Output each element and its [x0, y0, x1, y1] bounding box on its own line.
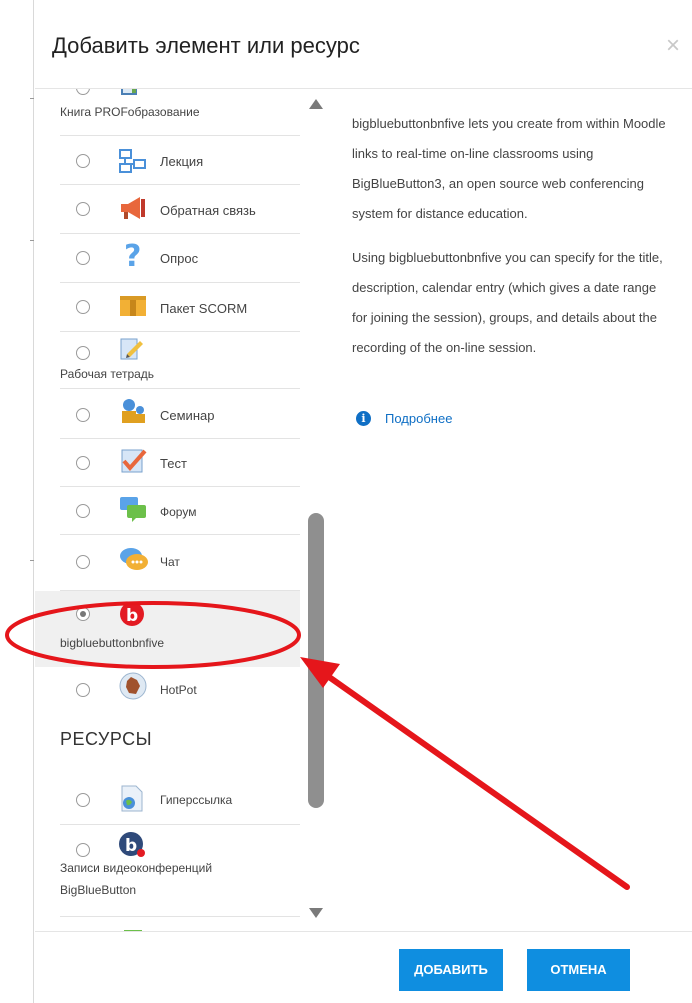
resource-label-line1: Записи видеоконференций [60, 861, 213, 875]
module-option-book[interactable]: Книга PROFобразование [60, 89, 300, 136]
description-paragraph-2: Using bigbluebuttonbnfive you can specif… [352, 250, 663, 355]
chat-icon [118, 544, 148, 574]
more-info-label: Подробнее [385, 411, 453, 426]
module-radio-selected[interactable] [76, 607, 90, 621]
workshop-icon [118, 397, 148, 427]
more-info-link[interactable]: i Подробнее [356, 411, 452, 426]
notebook-icon [118, 336, 148, 366]
url-icon [118, 783, 148, 813]
module-list-scrollbar[interactable] [301, 89, 331, 931]
module-radio[interactable] [76, 555, 90, 569]
resource-option-bbb-recordings[interactable]: b Записи видеоконференций BigBlueButton [60, 825, 300, 917]
add-button[interactable]: ДОБАВИТЬ [399, 949, 503, 991]
forum-icon [118, 494, 148, 524]
module-label: Форум [160, 505, 197, 519]
close-icon[interactable]: × [666, 34, 680, 58]
resource-option-url[interactable]: Гиперссылка [60, 775, 300, 825]
module-option-bigbluebuttonbnfive[interactable]: b bigbluebuttonbnfive [60, 591, 300, 667]
scroll-up-arrow-icon[interactable] [309, 99, 323, 109]
module-radio[interactable] [76, 89, 90, 95]
module-option-lesson[interactable]: Лекция [60, 136, 300, 185]
module-option-workshop[interactable]: Семинар [60, 389, 300, 439]
svg-text:b: b [125, 836, 137, 856]
resource-label-line2: BigBlueButton [60, 883, 137, 897]
module-option-scorm[interactable]: Пакет SCORM [60, 283, 300, 332]
module-radio[interactable] [76, 408, 90, 422]
module-list[interactable]: Книга PROFобразование Лекция Обратная св… [35, 89, 300, 931]
dialog-header: Добавить элемент или ресурс × [35, 0, 692, 89]
module-label: Тест [160, 456, 187, 471]
module-radio[interactable] [76, 793, 90, 807]
module-description: bigbluebuttonbnfive lets you create from… [332, 89, 692, 931]
module-option-quiz[interactable]: Тест [60, 439, 300, 487]
module-label: Книга PROFобразование [60, 105, 200, 119]
cancel-button[interactable]: ОТМЕНА [527, 949, 630, 991]
module-radio[interactable] [76, 202, 90, 216]
resource-option-partial[interactable] [60, 917, 300, 931]
hotpot-icon [118, 671, 148, 701]
svg-text:?: ? [124, 240, 141, 272]
module-radio[interactable] [76, 683, 90, 697]
module-radio[interactable] [76, 346, 90, 360]
package-icon [118, 290, 148, 320]
resources-heading: РЕСУРСЫ [60, 729, 153, 749]
info-icon: i [356, 411, 371, 426]
module-radio[interactable] [76, 843, 90, 857]
module-label: Лекция [160, 154, 204, 169]
module-label: Опрос [160, 251, 199, 266]
scrollbar-thumb[interactable] [308, 513, 324, 808]
background-page-edge [0, 0, 34, 1003]
module-option-chat[interactable]: Чат [60, 535, 300, 591]
recordings-icon: b [117, 830, 147, 860]
module-label: Рабочая тетрадь [60, 367, 155, 381]
svg-text:b: b [126, 606, 138, 626]
dialog-footer: ДОБАВИТЬ ОТМЕНА [35, 931, 692, 1003]
module-option-forum[interactable]: Форум [60, 487, 300, 535]
megaphone-icon [118, 193, 148, 223]
module-radio[interactable] [76, 456, 90, 470]
quiz-icon [118, 445, 148, 475]
scroll-down-arrow-icon[interactable] [309, 908, 323, 918]
module-radio[interactable] [76, 300, 90, 314]
module-radio[interactable] [76, 251, 90, 265]
description-paragraph-1: bigbluebuttonbnfive lets you create from… [352, 116, 666, 221]
add-activity-dialog: Добавить элемент или ресурс × Книга PROF… [35, 0, 692, 1003]
module-option-feedback[interactable]: Обратная связь [60, 185, 300, 234]
lesson-icon [118, 146, 148, 176]
module-option-hotpot[interactable]: HotPot [60, 667, 300, 715]
question-icon: ? [118, 239, 148, 274]
module-label: Чат [160, 555, 180, 569]
module-label: Обратная связь [160, 203, 256, 218]
resource-label: Гиперссылка [160, 793, 233, 807]
module-option-notebook[interactable]: Рабочая тетрадь [60, 332, 300, 389]
module-label: Семинар [160, 408, 215, 423]
module-radio[interactable] [76, 154, 90, 168]
module-label: bigbluebuttonbnfive [60, 636, 165, 650]
bigbluebutton-icon: b [117, 600, 147, 630]
module-option-survey[interactable]: ? Опрос [60, 234, 300, 283]
module-label: Пакет SCORM [160, 301, 248, 316]
module-radio[interactable] [76, 504, 90, 518]
dialog-title: Добавить элемент или ресурс [52, 33, 360, 58]
module-label: HotPot [160, 683, 197, 697]
